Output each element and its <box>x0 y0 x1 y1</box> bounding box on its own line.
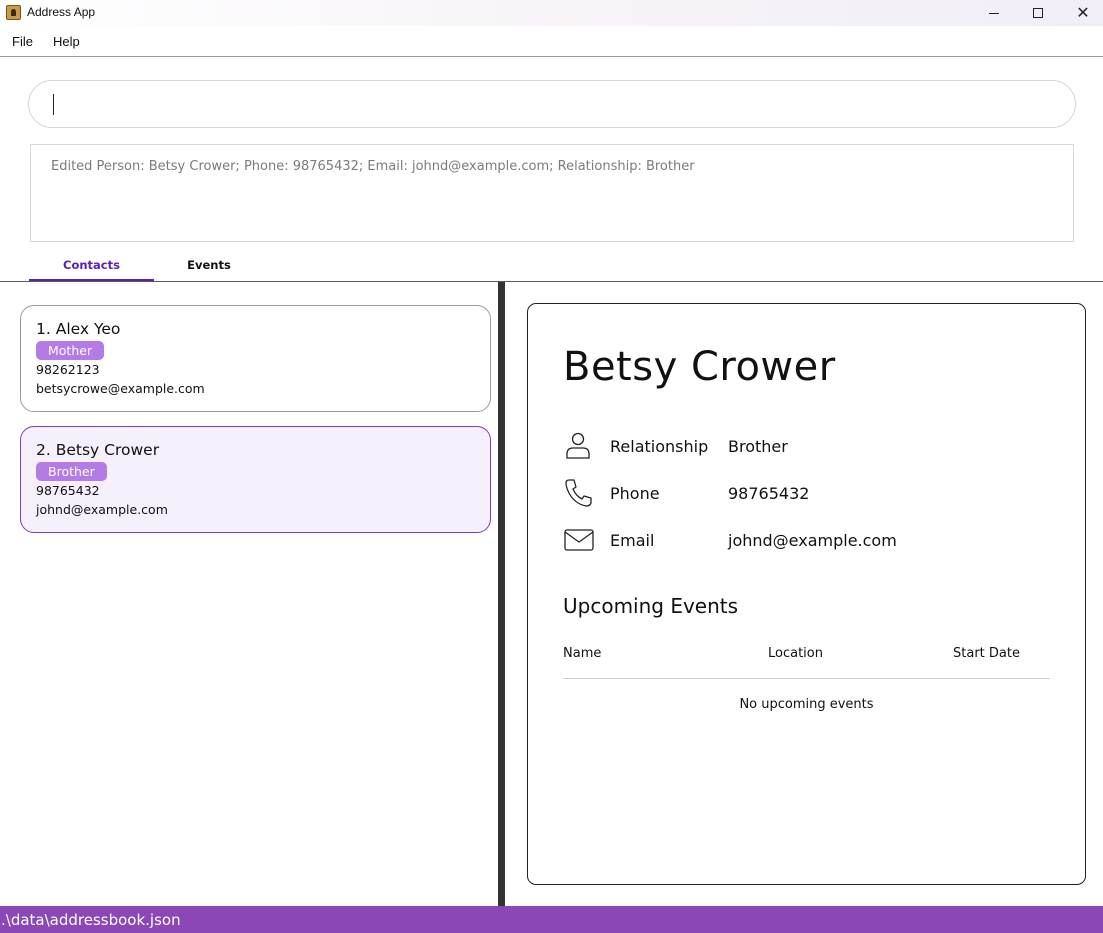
maximize-icon <box>1033 8 1043 18</box>
menu-file[interactable]: File <box>12 34 33 49</box>
person-icon <box>566 432 590 459</box>
close-button[interactable]: ✕ <box>1060 0 1103 26</box>
contact-phone: 98262123 <box>36 362 100 377</box>
contact-email: betsycrowe@example.com <box>36 381 205 396</box>
events-column-start-date[interactable]: Start Date <box>953 646 1020 661</box>
phone-value: 98765432 <box>728 484 810 503</box>
text-caret <box>53 94 54 115</box>
upcoming-events-title: Upcoming Events <box>563 594 739 618</box>
window-title: Address App <box>27 5 96 19</box>
contact-name: 2. Betsy Crower <box>36 441 160 459</box>
phone-row: Phone 98765432 <box>563 478 1063 508</box>
detail-name: Betsy Crower <box>563 344 836 390</box>
result-message: Edited Person: Betsy Crower; Phone: 9876… <box>51 159 695 174</box>
mail-icon <box>564 529 594 551</box>
title-bar: Address App ✕ <box>0 0 1103 26</box>
menu-help[interactable]: Help <box>53 34 80 49</box>
contact-card[interactable]: 1. Alex Yeo Mother 98262123 betsycrowe@e… <box>20 305 491 412</box>
relationship-value: Brother <box>728 437 788 456</box>
contact-card-selected[interactable]: 2. Betsy Crower Brother 98765432 johnd@e… <box>20 426 491 533</box>
menu-bar: File Help <box>0 26 1103 57</box>
phone-label: Phone <box>610 484 660 503</box>
app-icon <box>6 5 21 20</box>
tab-contacts[interactable]: Contacts <box>29 258 154 281</box>
minimize-button[interactable] <box>971 0 1017 26</box>
result-display: Edited Person: Betsy Crower; Phone: 9876… <box>30 144 1074 242</box>
close-icon: ✕ <box>1076 3 1090 22</box>
relationship-row: Relationship Brother <box>563 431 1063 461</box>
relationship-label: Relationship <box>610 437 709 456</box>
tab-events[interactable]: Events <box>170 258 248 272</box>
phone-icon <box>565 479 592 507</box>
minimize-icon <box>989 12 999 14</box>
events-column-location[interactable]: Location <box>768 646 823 661</box>
contact-list: 1. Alex Yeo Mother 98262123 betsycrowe@e… <box>0 282 499 906</box>
contact-detail-panel: Betsy Crower Relationship Brother Phone … <box>527 303 1086 885</box>
email-row: Email johnd@example.com <box>563 525 1063 555</box>
status-bar: .\data\addressbook.json <box>0 906 1103 933</box>
storage-path: .\data\addressbook.json <box>1 911 181 929</box>
relationship-tag: Brother <box>36 462 107 481</box>
tab-bar: Contacts Events <box>0 250 1103 282</box>
command-input[interactable] <box>28 80 1076 128</box>
events-empty-message: No upcoming events <box>739 697 874 712</box>
events-column-name[interactable]: Name <box>563 646 601 661</box>
events-table-divider <box>563 678 1050 679</box>
split-pane-divider[interactable] <box>498 282 505 906</box>
contact-phone: 98765432 <box>36 483 100 498</box>
maximize-button[interactable] <box>1015 0 1061 26</box>
contact-name: 1. Alex Yeo <box>36 320 121 338</box>
email-label: Email <box>610 531 655 550</box>
email-value: johnd@example.com <box>728 531 897 550</box>
relationship-tag: Mother <box>36 341 105 360</box>
contact-email: johnd@example.com <box>36 502 168 517</box>
